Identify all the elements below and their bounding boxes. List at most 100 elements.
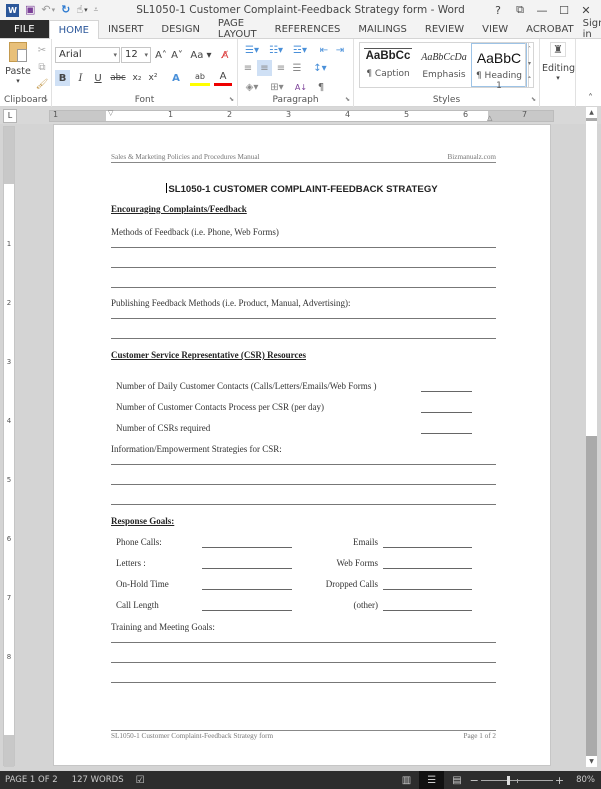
- change-case-button[interactable]: Aa ▾: [189, 47, 213, 63]
- blank-line[interactable]: [111, 662, 496, 663]
- blank-line[interactable]: [383, 610, 472, 611]
- align-right-button[interactable]: ≡: [274, 60, 288, 76]
- word-count[interactable]: 127 WORDS: [58, 775, 124, 785]
- first-line-indent-marker[interactable]: ▽: [108, 109, 113, 117]
- touch-mode-dropdown-icon[interactable]: ▾: [84, 3, 88, 17]
- style-emphasis[interactable]: AaBbCcDa Emphasis: [416, 43, 472, 87]
- align-center-button[interactable]: ≡: [257, 60, 272, 76]
- blank-line[interactable]: [111, 484, 496, 485]
- copy-icon[interactable]: ⧉: [35, 59, 49, 75]
- grow-font-button[interactable]: A˄: [154, 47, 168, 63]
- maximize-button[interactable]: ☐: [553, 0, 575, 20]
- decrease-indent-button[interactable]: ⇤: [317, 42, 331, 58]
- editing-button[interactable]: ♜ Editing ▾: [542, 42, 575, 82]
- zoom-out-button[interactable]: −: [470, 774, 479, 787]
- vertical-scrollbar[interactable]: ▲ ▼: [586, 107, 597, 767]
- shrink-font-button[interactable]: A˅: [170, 47, 184, 63]
- justify-button[interactable]: ☰: [290, 60, 304, 76]
- blank-line[interactable]: [421, 433, 472, 434]
- paste-button[interactable]: Paste ▾: [4, 42, 32, 92]
- help-button[interactable]: ?: [487, 0, 509, 20]
- right-indent-marker[interactable]: △: [487, 114, 492, 122]
- blank-line[interactable]: [111, 338, 496, 339]
- text-effects-button[interactable]: A: [167, 70, 185, 86]
- blank-line[interactable]: [421, 412, 472, 413]
- vertical-ruler[interactable]: 1 2 3 4 5 6 7 8: [3, 126, 15, 767]
- proofing-icon[interactable]: ☑: [124, 775, 145, 786]
- blank-line[interactable]: [383, 568, 472, 569]
- touch-mode-icon[interactable]: ☝: [76, 3, 83, 17]
- clipboard-launcher-icon[interactable]: ⬊: [43, 96, 48, 103]
- tab-mailings[interactable]: MAILINGS: [349, 20, 416, 38]
- zoom-level[interactable]: 80%: [564, 775, 601, 785]
- read-mode-icon[interactable]: ▥: [394, 775, 419, 786]
- document-page[interactable]: Sales & Marketing Policies and Procedure…: [53, 124, 551, 766]
- tab-review[interactable]: REVIEW: [416, 20, 473, 38]
- collapse-ribbon-icon[interactable]: ˄: [588, 93, 593, 104]
- font-launcher-icon[interactable]: ⬊: [229, 96, 234, 103]
- font-size-combo[interactable]: 12 ▾: [121, 47, 151, 63]
- tab-insert[interactable]: INSERT: [99, 20, 152, 38]
- blank-line[interactable]: [383, 547, 472, 548]
- blank-line[interactable]: [111, 682, 496, 683]
- numbering-button[interactable]: ☷▾: [265, 42, 287, 58]
- borders-button[interactable]: ⊞▾: [266, 79, 288, 95]
- customize-qat-icon[interactable]: ⩡: [94, 3, 99, 17]
- horizontal-ruler[interactable]: 1 1 2 3 4 5 6 7 ▽ △: [49, 109, 554, 122]
- increase-indent-button[interactable]: ⇥: [333, 42, 347, 58]
- blank-line[interactable]: [421, 391, 472, 392]
- word-logo-icon[interactable]: W: [6, 3, 19, 17]
- zoom-slider-thumb[interactable]: [507, 776, 511, 785]
- ribbon-display-options-button[interactable]: ⧉: [509, 0, 531, 20]
- tab-home[interactable]: HOME: [48, 20, 99, 39]
- blank-line[interactable]: [202, 568, 292, 569]
- superscript-button[interactable]: x²: [146, 70, 160, 86]
- underline-button[interactable]: U: [89, 70, 107, 86]
- scroll-up-icon[interactable]: ▲: [586, 107, 597, 118]
- blank-line[interactable]: [202, 610, 292, 611]
- scroll-down-icon[interactable]: ▼: [586, 756, 597, 767]
- blank-line[interactable]: [111, 287, 496, 288]
- strikethrough-button[interactable]: abc: [109, 70, 127, 86]
- scrollbar-thumb[interactable]: [586, 121, 597, 436]
- show-hide-button[interactable]: ¶: [314, 79, 328, 95]
- font-name-combo[interactable]: Arial ▾: [55, 47, 120, 63]
- format-painter-icon[interactable]: 🖌: [35, 76, 49, 92]
- tab-page-layout[interactable]: PAGE LAYOUT: [209, 18, 266, 40]
- tab-view[interactable]: VIEW: [473, 20, 517, 38]
- tab-design[interactable]: DESIGN: [152, 20, 209, 38]
- blank-line[interactable]: [383, 589, 472, 590]
- blank-line[interactable]: [202, 589, 292, 590]
- styles-launcher-icon[interactable]: ⬊: [531, 96, 536, 103]
- zoom-in-button[interactable]: +: [555, 774, 564, 787]
- style-heading-1[interactable]: AaBbC ¶ Heading 1: [471, 43, 527, 91]
- tab-references[interactable]: REFERENCES: [266, 20, 350, 38]
- blank-line[interactable]: [111, 642, 496, 643]
- highlight-color-button[interactable]: ab: [190, 70, 210, 86]
- save-icon[interactable]: ▣: [25, 3, 35, 17]
- blank-line[interactable]: [111, 504, 496, 505]
- blank-line[interactable]: [111, 318, 496, 319]
- print-layout-icon[interactable]: ☰: [419, 771, 445, 789]
- blank-line[interactable]: [111, 267, 496, 268]
- tab-selector[interactable]: L: [3, 109, 17, 123]
- undo-dropdown-icon[interactable]: ▾: [52, 3, 56, 17]
- sort-button[interactable]: A↓: [293, 79, 309, 95]
- italic-button[interactable]: I: [74, 70, 87, 86]
- sign-in-link[interactable]: Sign in: [583, 18, 601, 40]
- undo-icon[interactable]: ↶: [41, 3, 50, 17]
- paragraph-launcher-icon[interactable]: ⬊: [345, 96, 350, 103]
- blank-line[interactable]: [202, 547, 292, 548]
- page-count[interactable]: PAGE 1 OF 2: [0, 775, 58, 785]
- redo-icon[interactable]: ↻: [61, 3, 70, 17]
- shading-button[interactable]: ◈▾: [241, 79, 263, 95]
- zoom-slider[interactable]: [480, 771, 553, 789]
- tab-file[interactable]: FILE: [0, 20, 49, 38]
- align-left-button[interactable]: ≡: [241, 60, 255, 76]
- style-caption[interactable]: AaBbCc ¶ Caption: [360, 43, 416, 87]
- web-layout-icon[interactable]: ▤: [444, 775, 469, 786]
- close-button[interactable]: ✕: [575, 0, 597, 20]
- bullets-button[interactable]: ☰▾: [241, 42, 263, 58]
- tab-acrobat[interactable]: ACROBAT: [517, 20, 583, 38]
- cut-icon[interactable]: ✂: [35, 42, 49, 58]
